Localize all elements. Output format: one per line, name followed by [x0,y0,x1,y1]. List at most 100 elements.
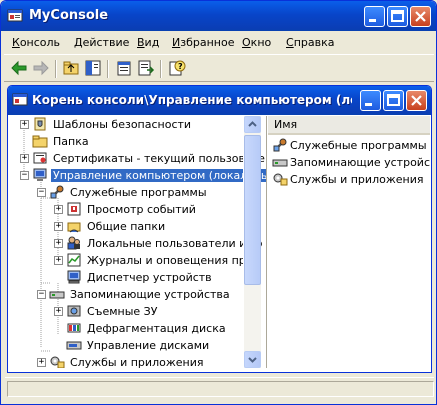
minimize-button[interactable] [364,6,385,27]
tree-item-label: Папка [53,135,89,148]
tree-item[interactable]: + Просмотр событий [11,201,243,218]
tree-item[interactable]: Диспетчер устройств [11,269,243,286]
local-users-icon [66,235,82,251]
list-item[interactable]: Запоминающие устройства [268,154,430,171]
tree-item[interactable]: + Съемные ЗУ [11,303,243,320]
event-viewer-icon [66,201,82,217]
tree-item[interactable]: Управление дисками [11,337,243,354]
expand-toggle[interactable]: + [20,154,29,163]
tree-item[interactable]: + Сертификаты - текущий пользовате [11,150,265,167]
menu-action[interactable]: Действие [74,36,129,49]
tree-item-label: Служебные программы [70,186,207,199]
close-icon [411,95,422,106]
scroll-thumb[interactable] [244,135,261,285]
list-item[interactable]: Служебные программы [268,137,430,154]
collapse-toggle[interactable]: − [20,171,29,180]
properties-icon[interactable] [115,59,133,77]
child-maximize-button[interactable] [383,90,404,111]
export-list-icon[interactable] [137,59,155,77]
tree-item-label: Просмотр событий [87,203,196,216]
show-hide-tree-icon[interactable] [84,59,102,77]
tree-item[interactable]: − Запоминающие устройства [11,286,243,303]
window-titlebar[interactable]: MyConsole [1,1,436,31]
tree-item-label: Управление дисками [87,339,210,352]
window-title: MyConsole [29,8,109,23]
expand-toggle[interactable]: + [54,239,63,248]
tree-item-label: Запоминающие устройства [70,288,230,301]
tree-item-label: Общие папки [87,220,166,233]
security-templates-icon [32,116,48,132]
collapse-toggle[interactable]: − [37,290,46,299]
menu-bar: Консоль Действие Вид Избранное Окно Спра… [4,32,434,55]
maximize-button[interactable] [387,6,408,27]
status-panel [7,381,434,397]
scroll-up-button[interactable] [244,116,261,133]
tree-item[interactable]: Дефрагментация диска [11,320,243,337]
child-window-titlebar[interactable]: Корень консоли\Управление компьютером (л… [8,86,431,115]
menu-console[interactable]: Консоль [12,36,60,49]
help-icon[interactable]: ? [168,59,186,77]
storage-icon [49,286,65,302]
removable-storage-icon [66,303,82,319]
svg-text:?: ? [178,62,183,71]
forward-arrow-icon[interactable] [32,59,50,77]
system-tools-icon [49,184,65,200]
tree-item-label: Диспетчер устройств [87,271,212,284]
tree-item[interactable]: + Общие папки [11,218,243,235]
list-item[interactable]: Службы и приложения [268,171,430,188]
menu-help[interactable]: Справка [286,36,334,49]
disk-management-icon [66,337,82,353]
tree-item-label: Службы и приложения [70,356,204,368]
expand-toggle[interactable]: + [20,120,29,129]
menu-window[interactable]: Окно [242,36,271,49]
tree-item[interactable]: − Служебные программы [11,184,243,201]
expand-toggle[interactable]: + [54,222,63,231]
list-column-header[interactable]: Имя [268,116,430,135]
maximize-icon [387,94,400,106]
column-name-header: Имя [274,118,298,131]
expand-toggle[interactable]: + [54,205,63,214]
tree-item[interactable]: − Управление компьютером (локальны [11,167,266,184]
tree-item[interactable]: + Локальные пользователи и гр [11,235,263,252]
tree-item-label: Дефрагментация диска [87,322,226,335]
child-close-button[interactable] [406,90,427,111]
close-button[interactable] [410,6,431,27]
status-bar [5,377,434,398]
tree-item-label: Сертификаты - текущий пользовате [53,152,265,165]
system-tools-icon [272,137,288,153]
menu-view[interactable]: Вид [137,36,159,49]
chevron-down-icon [248,357,257,363]
minimize-icon [365,103,372,106]
tree-item-label: Управление компьютером (локальны [51,169,266,182]
services-apps-icon [49,354,65,368]
tree-item[interactable]: Папка [11,133,243,150]
expand-toggle[interactable]: + [54,307,63,316]
collapse-toggle[interactable]: − [37,188,46,197]
expand-toggle[interactable]: + [54,256,63,265]
tree-item-label: Локальные пользователи и гр [87,237,263,250]
computer-management-icon [32,167,48,183]
expand-toggle[interactable]: + [37,358,46,367]
performance-logs-icon [66,252,82,268]
shared-folders-icon [66,218,82,234]
device-manager-icon [66,269,82,285]
child-window: Корень консоли\Управление компьютером (л… [7,85,432,373]
back-arrow-icon[interactable] [10,59,28,77]
menu-favorites[interactable]: Избранное [172,36,234,49]
tree-item[interactable]: + Журналы и оповещения прои [11,252,260,269]
tree-item-label: Журналы и оповещения прои [87,254,260,267]
scroll-down-button[interactable] [244,351,261,368]
tree-vertical-scrollbar[interactable] [243,116,261,368]
console-root-icon [12,93,28,106]
tree-item[interactable]: + Службы и приложения [11,354,243,368]
up-folder-icon[interactable] [62,59,80,77]
folder-icon [32,133,48,149]
minimize-icon [369,19,376,22]
list-item-label: Службы и приложения [290,173,424,186]
console-tree-pane: + Шаблоны безопасности Папка + Сертификаты -… [11,116,267,368]
child-minimize-button[interactable] [360,90,381,111]
tree-item-label: Шаблоны безопасности [53,118,192,131]
storage-icon [272,154,288,170]
services-apps-icon [272,171,288,187]
tree-item[interactable]: + Шаблоны безопасности [11,116,243,133]
